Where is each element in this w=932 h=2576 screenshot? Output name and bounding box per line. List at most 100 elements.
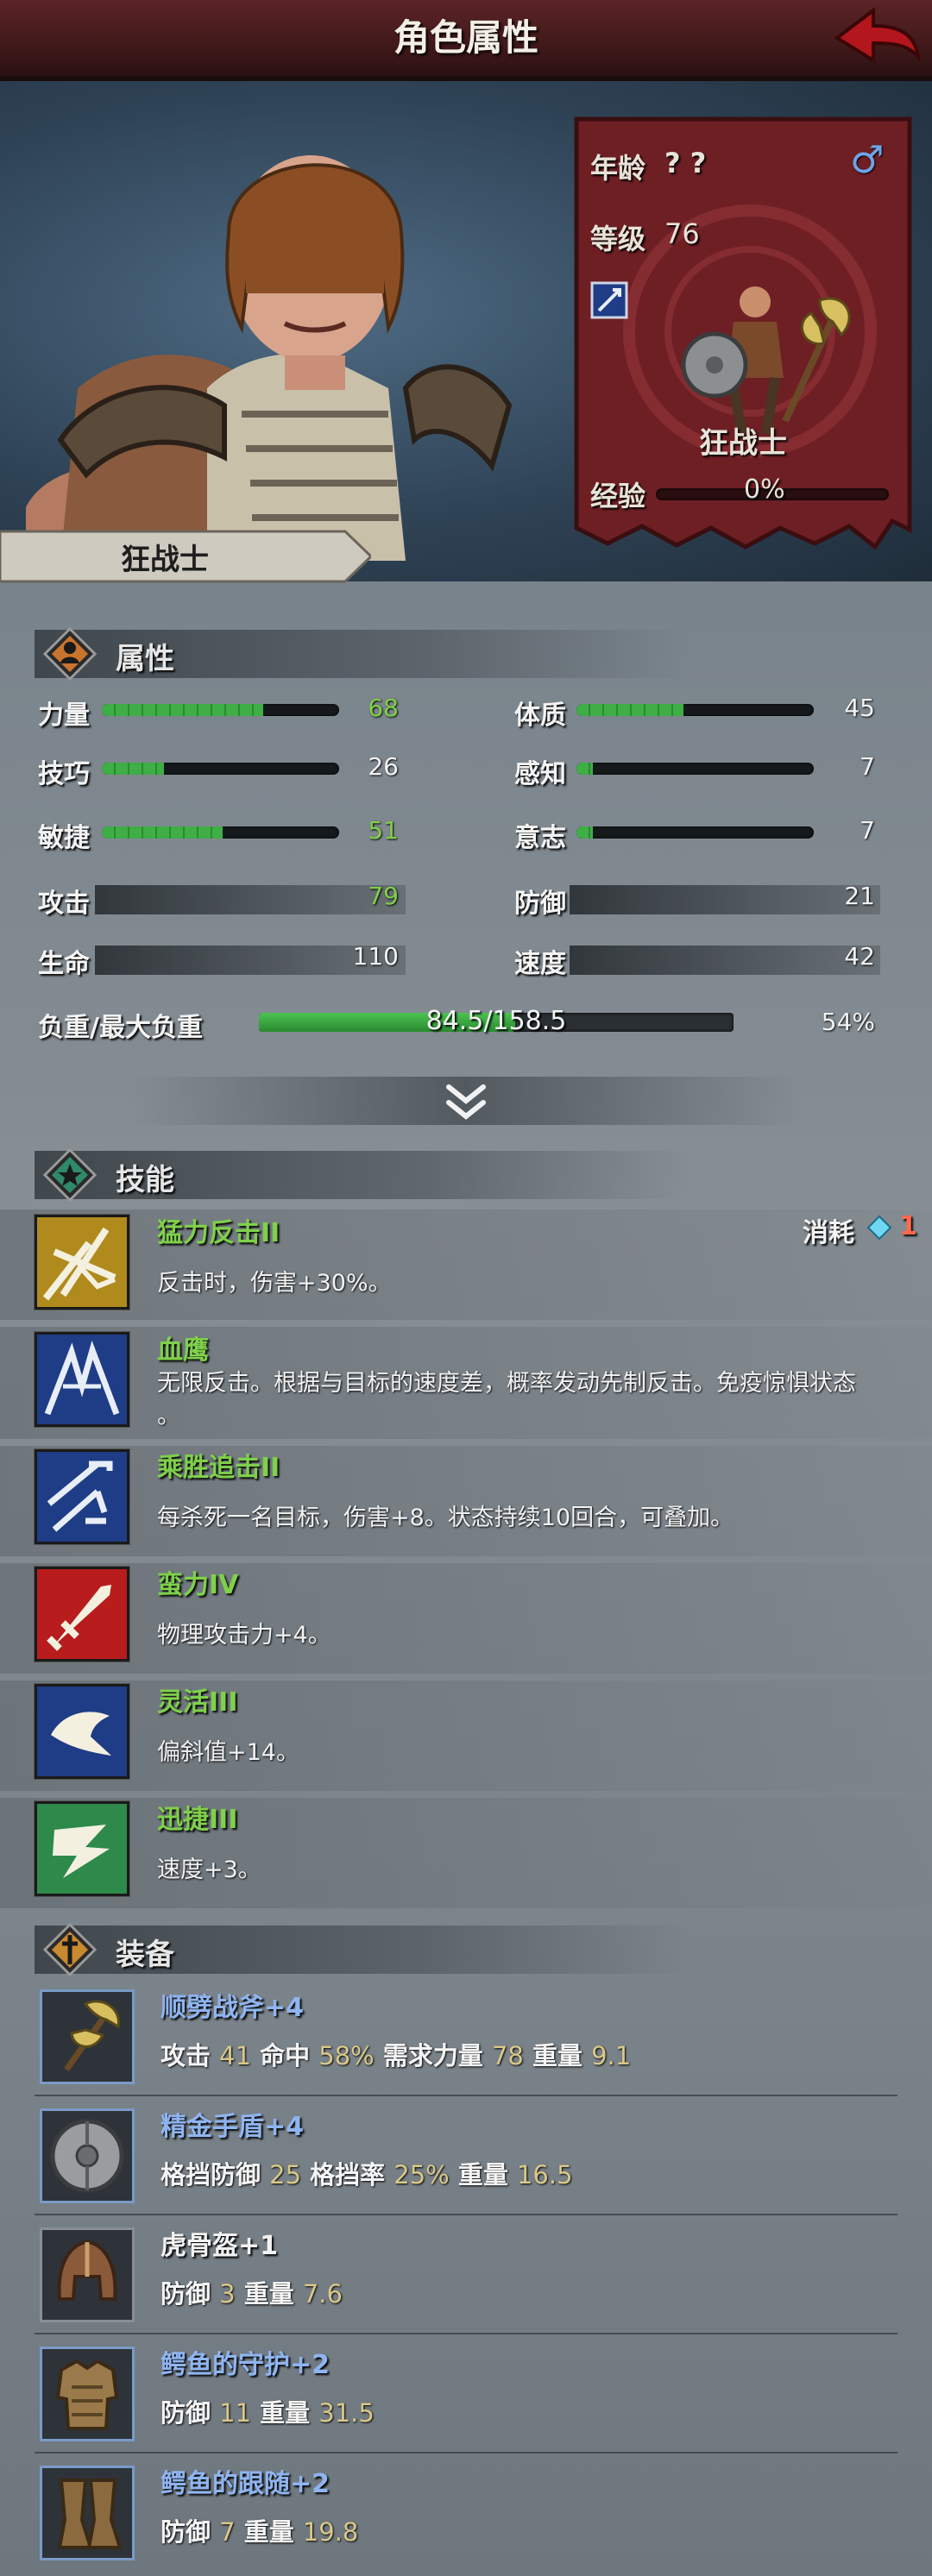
equip-stat-label: 重量 (532, 2041, 582, 2070)
equip-stat-value: 25% (394, 2160, 450, 2190)
stat-value-will: 7 (860, 816, 875, 845)
stat-value-skill: 26 (368, 752, 399, 781)
blood-eagle-skill-icon (35, 1332, 129, 1427)
equip-stat-label: 防御 (161, 2398, 211, 2428)
equip-name: 鳄鱼的守护+2 (161, 2343, 330, 2381)
load-value: 84.5/158.5 (425, 1006, 567, 1036)
skills-section-icon (43, 1148, 97, 1202)
equip-stat-value: 25 (269, 2160, 302, 2190)
equip-plus: +4 (264, 2112, 305, 2142)
equip-stats: 攻击 41 命中 58% 需求力量 78 重量 9.1 (161, 2036, 631, 2072)
battle-axe-icon (40, 1989, 135, 2084)
stat-label-strength: 力量 (38, 701, 90, 731)
stat-value-life: 110 (352, 942, 399, 971)
skill-desc-continued: 。 (157, 1403, 180, 1429)
equip-stat-label: 格挡防御 (161, 2160, 261, 2190)
exp-label: 经验 (590, 480, 646, 512)
brute-force-skill-icon (35, 1567, 129, 1662)
stat-label-perception: 感知 (514, 759, 566, 789)
attributes-section-icon (43, 627, 97, 681)
stat-bar-fill (576, 763, 594, 775)
equip-name: 鳄鱼的跟随+2 (161, 2462, 330, 2500)
stat-bar-fill (102, 704, 263, 716)
age-label: 年龄 (590, 152, 646, 185)
stat-value-agility: 51 (368, 816, 399, 845)
equip-plus: +2 (290, 2350, 331, 2380)
level-label: 等级 (590, 223, 646, 255)
equip-stat-label: 重量 (260, 2398, 311, 2428)
stat-bar-fill (102, 826, 224, 839)
equip-stat-value: 58% (318, 2041, 375, 2070)
equip-stat-label: 攻击 (161, 2041, 211, 2070)
skill-desc: 无限反击。根据与目标的速度差，概率发动先制反击。免疫惊惧状态 (157, 1370, 856, 1397)
age-value: ? ? (664, 147, 707, 179)
gender-male-icon: ♂ (850, 138, 885, 182)
skill-desc: 物理攻击力+4。 (157, 1622, 331, 1649)
skill-name: 蛮力IV (157, 1570, 239, 1600)
divider (35, 2333, 897, 2334)
stat-label-life: 生命 (38, 949, 90, 979)
class-name: 狂战士 (121, 543, 209, 577)
stat-label-will: 意志 (514, 823, 566, 853)
equip-name: 虎骨盔+1 (161, 2224, 278, 2262)
stat-value-attack: 79 (368, 882, 399, 910)
equip-stat-label: 重量 (243, 2279, 294, 2309)
stat-value-speed: 42 (844, 942, 875, 971)
stat-bar-fill (102, 763, 164, 775)
level-value: 76 (664, 217, 700, 250)
weapon-type-icon (590, 281, 628, 319)
equip-stat-label: 防御 (161, 2279, 211, 2309)
back-arrow-icon[interactable] (828, 3, 923, 72)
stat-bar-skill (102, 763, 339, 775)
stat-label-defense: 防御 (514, 889, 566, 919)
skill-name: 灵活III (157, 1687, 238, 1718)
equip-name-text: 顺劈战斧 (161, 1993, 264, 2023)
stat-label-attack: 攻击 (38, 889, 90, 919)
equip-stats: 格挡防御 25 格挡率 25% 重量 16.5 (161, 2155, 573, 2191)
agility-skill-icon (35, 1684, 129, 1779)
panel-class-name: 狂战士 (699, 426, 787, 461)
skill-desc: 每杀死一名目标，伤害+8。状态持续10回合，可叠加。 (157, 1505, 734, 1531)
equip-name: 精金手盾+4 (161, 2105, 304, 2143)
equip-stats: 防御 11 重量 31.5 (161, 2393, 375, 2429)
helmet-icon (40, 2227, 135, 2322)
load-percent: 54% (821, 1008, 875, 1036)
equip-stat-value: 11 (219, 2398, 252, 2428)
stat-bar-strength (102, 704, 339, 716)
class-figure-icon (681, 286, 851, 436)
stat-bar-perception (576, 763, 814, 775)
gem-icon (866, 1215, 892, 1241)
skill-desc: 速度+3。 (157, 1857, 261, 1883)
equip-stat-value: 41 (219, 2041, 252, 2070)
equip-stat-label: 重量 (457, 2160, 508, 2190)
stat-bar-fill (576, 826, 594, 839)
swiftness-skill-icon (35, 1801, 129, 1896)
load-label: 负重/最大负重 (38, 1013, 203, 1043)
stat-bar-constitution (576, 704, 814, 716)
shield-icon (40, 2108, 135, 2203)
page-title: 角色属性 (393, 16, 538, 59)
stat-label-speed: 速度 (514, 949, 566, 979)
cost-label: 消耗 (803, 1218, 854, 1248)
stat-bar-agility (102, 826, 339, 839)
stat-bar-will (576, 826, 814, 839)
equip-name-text: 精金手盾 (161, 2112, 264, 2142)
equipment-section-title: 装备 (116, 1938, 174, 1972)
equip-name: 顺劈战斧+4 (161, 1986, 304, 2024)
equip-stat-value: 31.5 (318, 2398, 375, 2428)
character-portrait (26, 155, 513, 561)
equip-stat-value: 19.8 (302, 2517, 359, 2547)
skill-name: 乘胜追击II (157, 1453, 280, 1483)
equip-stat-value: 7.6 (302, 2279, 343, 2309)
skills-section-title: 技能 (116, 1163, 174, 1197)
equip-name-text: 鳄鱼的守护 (161, 2350, 290, 2380)
character-attributes-screen: 角色属性 狂战士 年龄 ? ? ♂ 等级 76 狂战士 经验 0% 属性 力量 … (0, 0, 932, 2576)
skill-desc: 偏斜值+14。 (157, 1739, 299, 1766)
stat-value-strength: 68 (368, 694, 399, 722)
chevron-down-icon[interactable] (442, 1082, 490, 1122)
equipment-section-icon (43, 1923, 97, 1976)
equip-name-text: 虎骨盔 (161, 2231, 238, 2261)
divider (35, 2214, 897, 2215)
stat-label-constitution: 体质 (514, 701, 566, 731)
exp-value: 0% (744, 474, 785, 505)
